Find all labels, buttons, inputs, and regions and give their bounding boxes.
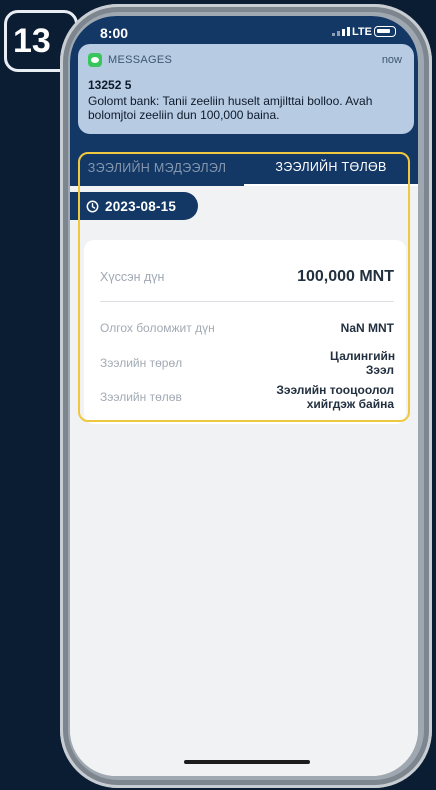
notification-time: now — [381, 54, 402, 66]
notification-body: Golomt bank: Tanii zeeliin huselt amjilt… — [88, 94, 373, 122]
network-label: LTE — [352, 26, 372, 38]
home-indicator[interactable] — [184, 760, 310, 764]
step-number: 13 — [13, 21, 51, 60]
status-time: 8:00 — [100, 25, 129, 41]
phone-screen: 8:00 LTE MESSAGES now 13252 5 Golomt ban… — [70, 16, 418, 776]
signal-icon — [332, 27, 350, 36]
sms-notification[interactable]: MESSAGES now 13252 5 Golomt bank: Tanii … — [78, 44, 414, 134]
messages-icon — [88, 53, 102, 67]
notification-app-name: MESSAGES — [108, 54, 173, 66]
battery-icon — [374, 26, 396, 37]
highlight-box — [78, 152, 410, 422]
notification-sender: 13252 5 — [88, 78, 132, 92]
